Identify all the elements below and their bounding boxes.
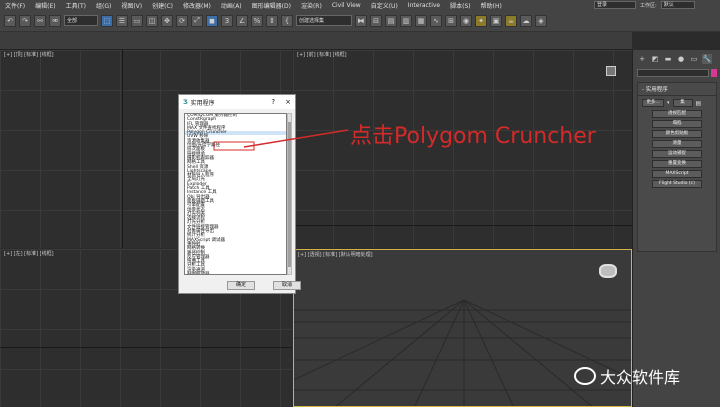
watermark: 大众软件库 <box>574 364 680 388</box>
watermark-text: 大众软件库 <box>600 368 681 387</box>
annotation-text: 点击Polygom Cruncher <box>350 124 596 149</box>
arrow-line <box>243 129 349 148</box>
annotation-arrow <box>213 129 349 151</box>
wechat-icon <box>574 367 596 385</box>
